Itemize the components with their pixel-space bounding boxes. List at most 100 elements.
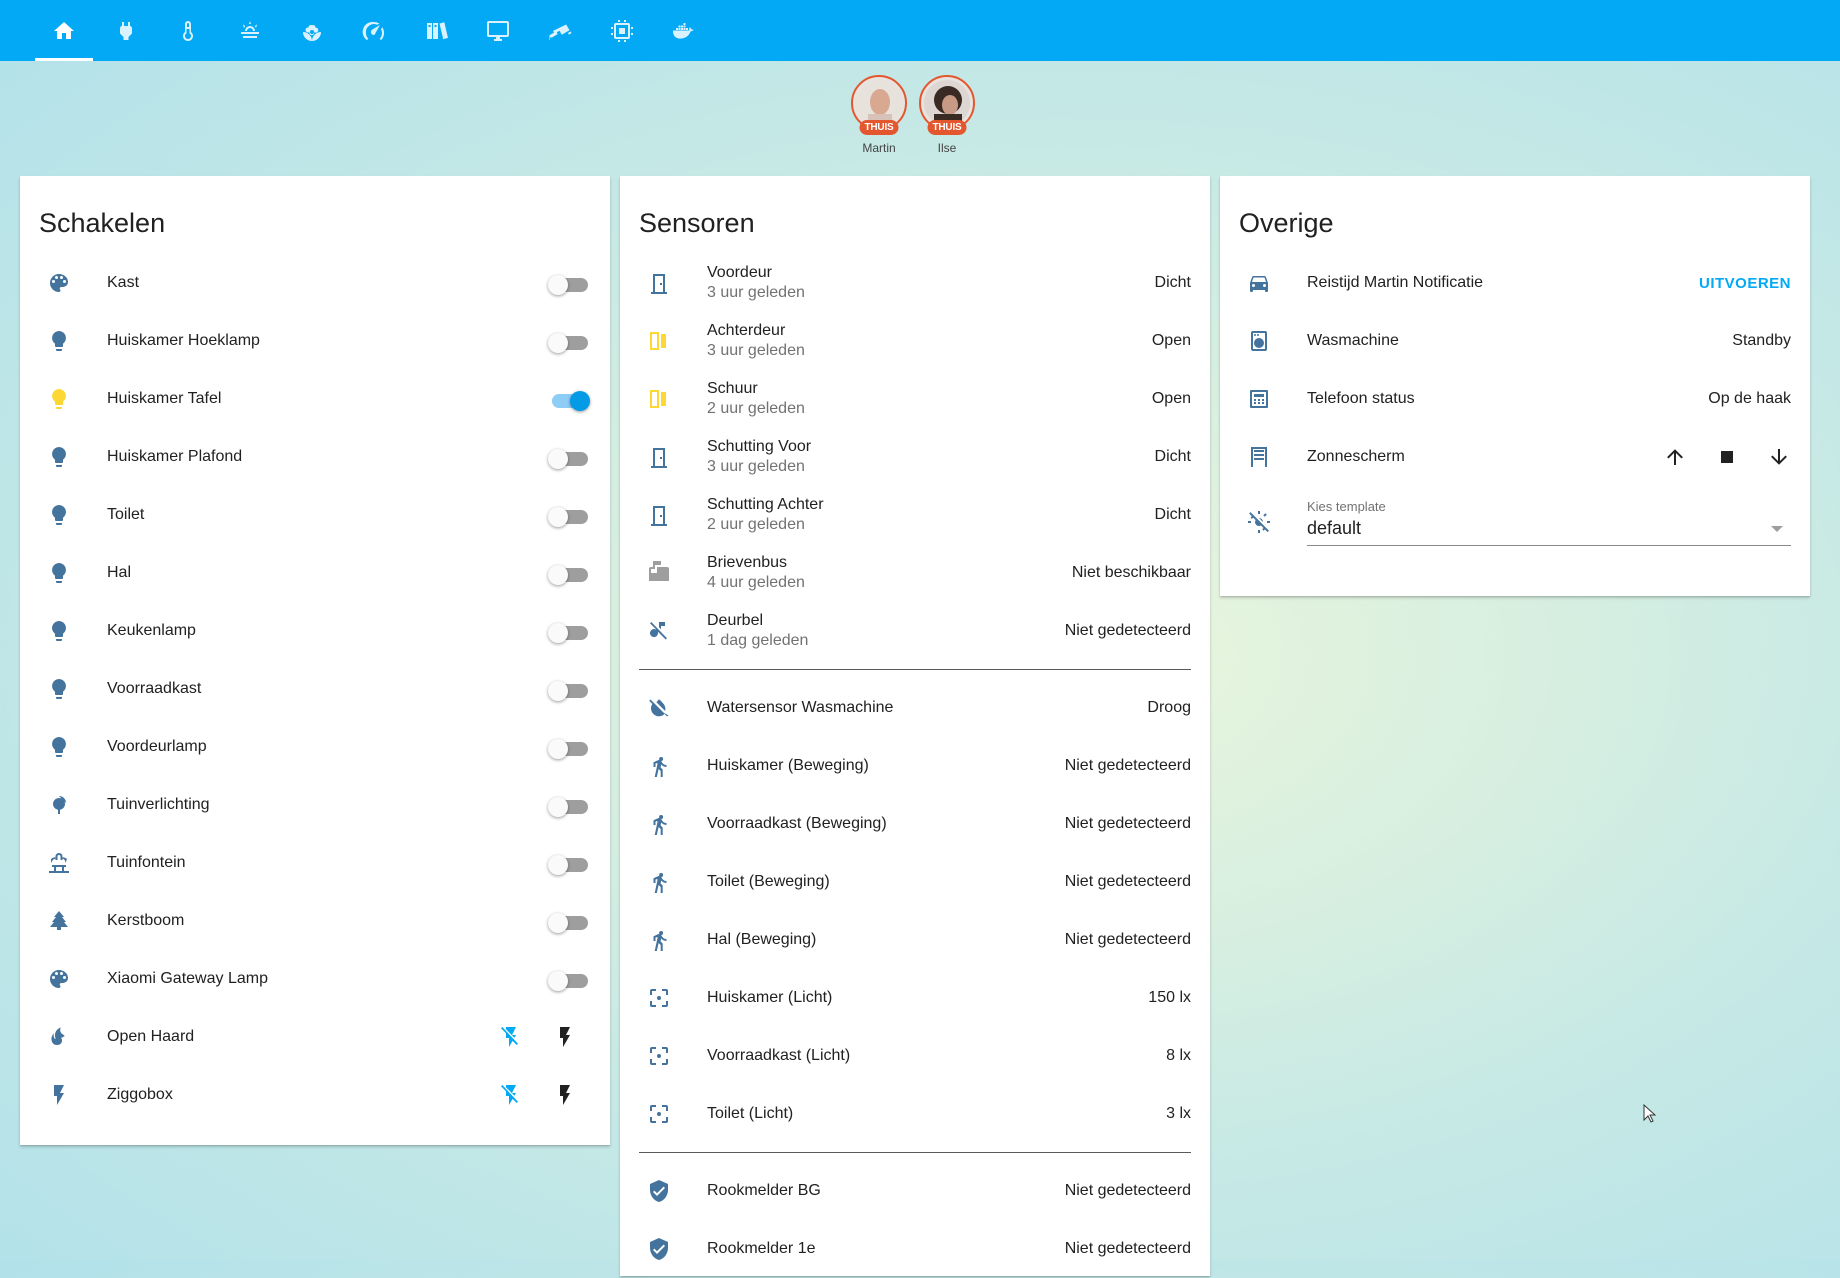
toggle-switch[interactable] xyxy=(548,505,588,527)
toggle-switch[interactable] xyxy=(548,331,588,353)
toggle-switch[interactable] xyxy=(548,795,588,817)
tab-weather[interactable] xyxy=(219,0,281,61)
entity-state: Standby xyxy=(1732,332,1791,349)
badge-martin[interactable]: THUIS Martin xyxy=(850,75,908,155)
sensor-row[interactable]: Brievenbus 4 uur geleden Niet beschikbaar xyxy=(639,544,1191,602)
focus-icon xyxy=(650,989,668,1007)
sensor-row[interactable]: Hal (Beweging) Niet gedetecteerd xyxy=(639,911,1191,969)
sensor-row[interactable]: Huiskamer (Beweging) Niet gedetecteerd xyxy=(639,737,1191,795)
toggle-switch[interactable] xyxy=(548,563,588,585)
sensor-row[interactable]: Voordeur 3 uur geleden Dicht xyxy=(639,254,1191,312)
toggle-switch[interactable] xyxy=(548,621,588,643)
mailbox-icon xyxy=(649,561,669,581)
tab-power[interactable] xyxy=(95,0,157,61)
switch-row: Voordeurlamp xyxy=(39,718,591,776)
entity-state: Dicht xyxy=(1154,274,1191,291)
toggle-switch[interactable] xyxy=(548,853,588,875)
switch-row: Huiskamer Tafel xyxy=(39,370,591,428)
walk-icon xyxy=(653,757,667,777)
sensor-row[interactable]: Schuur 2 uur geleden Open xyxy=(639,370,1191,428)
lightbulb-icon xyxy=(52,389,66,409)
chevron-down-icon xyxy=(1771,525,1783,532)
power-buttons xyxy=(499,1025,577,1049)
weather-sunny-off-icon xyxy=(1248,511,1270,533)
tab-camera[interactable] xyxy=(529,0,591,61)
walk-icon xyxy=(653,873,667,893)
template-select-row: Kies template default xyxy=(1239,486,1791,558)
card-overige: Overige Reistijd Martin Notificatie UITV… xyxy=(1220,176,1810,596)
sensor-row[interactable]: Achterdeur 3 uur geleden Open xyxy=(639,312,1191,370)
last-changed: 3 uur geleden xyxy=(707,284,805,301)
sensor-row[interactable]: Toilet (Licht) 3 lx xyxy=(639,1085,1191,1143)
door-open-icon xyxy=(650,390,666,408)
sensor-row[interactable]: Schutting Achter 2 uur geleden Dicht xyxy=(639,486,1191,544)
switch-row: Keukenlamp xyxy=(39,602,591,660)
toggle-switch[interactable] xyxy=(548,389,590,411)
badge-ilse[interactable]: THUIS Ilse xyxy=(918,75,976,155)
sensor-row[interactable]: Deurbel 1 dag geleden Niet gedetecteerd xyxy=(639,602,1191,660)
entity-state: Dicht xyxy=(1154,448,1191,465)
flash-icon[interactable] xyxy=(553,1025,577,1049)
tab-docker[interactable] xyxy=(653,0,715,61)
flash-icon xyxy=(54,1085,64,1105)
sensor-row[interactable]: Schutting Voor 3 uur geleden Dicht xyxy=(639,428,1191,486)
flash-icon[interactable] xyxy=(553,1083,577,1107)
cover-controls xyxy=(1663,445,1791,469)
switch-row: Tuinverlichting xyxy=(39,776,591,834)
template-select[interactable]: Kies template default xyxy=(1289,499,1791,546)
sensor-row[interactable]: Voorraadkast (Licht) 8 lx xyxy=(639,1027,1191,1085)
tab-hardware[interactable] xyxy=(591,0,653,61)
entity-name: Ziggobox xyxy=(107,1086,173,1103)
select-value-text: default xyxy=(1307,517,1362,538)
tab-media[interactable] xyxy=(467,0,529,61)
select-value[interactable]: default xyxy=(1307,518,1791,546)
avatar: THUIS xyxy=(851,75,907,135)
toggle-switch[interactable] xyxy=(548,679,588,701)
execute-button[interactable]: UITVOEREN xyxy=(1699,275,1791,292)
entity-state: 3 lx xyxy=(1166,1105,1191,1122)
sensor-row[interactable]: Watersensor Wasmachine Droog xyxy=(639,679,1191,737)
badge-name: Ilse xyxy=(937,141,957,155)
entity-name: Voorraadkast xyxy=(107,680,202,697)
last-changed: 4 uur geleden xyxy=(707,574,805,591)
wasmachine-row[interactable]: Wasmachine Standby xyxy=(1239,312,1791,370)
arrow-down-icon[interactable] xyxy=(1767,445,1791,469)
water-off-icon xyxy=(649,699,669,717)
lightbulb-icon xyxy=(52,563,66,583)
entity-name: Zonnescherm xyxy=(1307,448,1405,465)
telefoon-row[interactable]: Telefoon status Op de haak xyxy=(1239,370,1791,428)
tab-library[interactable] xyxy=(405,0,467,61)
monitor-icon xyxy=(487,20,509,41)
toggle-switch[interactable] xyxy=(548,273,588,295)
tab-home[interactable] xyxy=(33,0,95,61)
sensor-row[interactable]: Rookmelder 1e Niet gedetecteerd xyxy=(639,1220,1191,1278)
toggle-switch[interactable] xyxy=(548,447,588,469)
toggle-switch[interactable] xyxy=(548,737,588,759)
switch-row: Toilet xyxy=(39,486,591,544)
entity-name: Telefoon status xyxy=(1307,390,1415,407)
flash-off-icon[interactable] xyxy=(499,1083,523,1107)
divider xyxy=(639,669,1191,670)
sensor-row[interactable]: Rookmelder BG Niet gedetecteerd xyxy=(639,1162,1191,1220)
flash-off-icon[interactable] xyxy=(499,1025,523,1049)
sensor-row[interactable]: Toilet (Beweging) Niet gedetecteerd xyxy=(639,853,1191,911)
toggle-switch[interactable] xyxy=(548,911,588,933)
music-note-off-icon xyxy=(650,622,667,640)
pine-tree-icon xyxy=(50,911,68,930)
entity-state: 8 lx xyxy=(1166,1047,1191,1064)
entity-name: Hal (Beweging) xyxy=(707,931,817,948)
last-changed: 2 uur geleden xyxy=(707,516,805,533)
stop-icon[interactable] xyxy=(1715,445,1739,469)
entity-state: Niet gedetecteerd xyxy=(1064,1182,1191,1199)
tab-system[interactable] xyxy=(343,0,405,61)
weather-partly-cloudy-icon xyxy=(241,20,259,38)
sensor-row[interactable]: Huiskamer (Licht) 150 lx xyxy=(639,969,1191,1027)
sensor-row[interactable]: Voorraadkast (Beweging) Niet gedetecteerd xyxy=(639,795,1191,853)
shield-check-icon xyxy=(650,1180,668,1202)
toggle-switch[interactable] xyxy=(548,969,588,991)
arrow-up-icon[interactable] xyxy=(1663,445,1687,469)
tab-climate[interactable] xyxy=(157,0,219,61)
tab-garden[interactable] xyxy=(281,0,343,61)
focus-icon xyxy=(650,1105,668,1123)
speedometer-icon xyxy=(362,21,385,40)
